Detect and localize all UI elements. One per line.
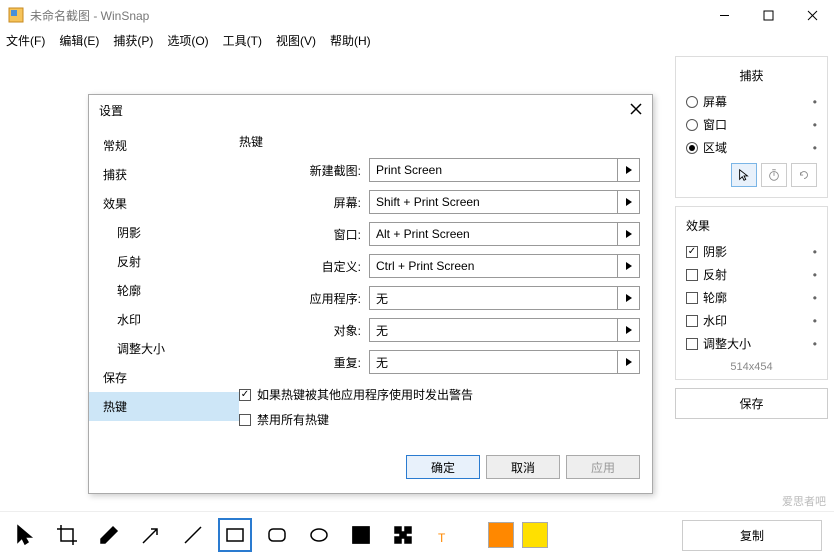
check-disable-all[interactable]: 禁用所有热键 — [239, 407, 640, 432]
minimize-button[interactable] — [702, 0, 746, 30]
window-title: 未命名截图 - WinSnap — [30, 7, 149, 24]
hk-new-label: 新建截图: — [239, 162, 369, 179]
app-icon — [8, 7, 24, 23]
hk-window-label: 窗口: — [239, 226, 369, 243]
watermark-text: 爱思者吧 — [782, 493, 826, 509]
ellipse-tool-icon[interactable] — [302, 518, 336, 552]
nav-effects[interactable]: 效果 — [89, 189, 239, 218]
rect-tool-icon[interactable] — [218, 518, 252, 552]
hk-window-play[interactable] — [618, 222, 640, 246]
nav-hotkeys[interactable]: 热键 — [89, 392, 239, 421]
radio-screen[interactable]: 屏幕• — [682, 90, 821, 113]
maximize-button[interactable] — [746, 0, 790, 30]
nav-shadow[interactable]: 阴影 — [89, 218, 239, 247]
close-button[interactable] — [790, 0, 834, 30]
rounded-rect-tool-icon[interactable] — [260, 518, 294, 552]
menu-help[interactable]: 帮助(H) — [330, 32, 371, 49]
menu-view[interactable]: 视图(V) — [276, 32, 316, 49]
ok-button[interactable]: 确定 — [406, 455, 480, 479]
copy-button[interactable]: 复制 — [682, 520, 822, 551]
nav-resize[interactable]: 调整大小 — [89, 334, 239, 363]
settings-content: 热键 新建截图:Print Screen 屏幕:Shift + Print Sc… — [239, 125, 652, 455]
dialog-close-button[interactable] — [630, 103, 642, 118]
effects-title: 效果 — [682, 213, 821, 240]
pen-tool-icon[interactable] — [92, 518, 126, 552]
settings-dialog: 设置 常规 捕获 效果 阴影 反射 轮廓 水印 调整大小 保存 热键 热键 新建… — [88, 94, 653, 494]
cursor-tool-icon[interactable] — [8, 518, 42, 552]
hk-object-label: 对象: — [239, 322, 369, 339]
menubar: 文件(F) 编辑(E) 捕获(P) 选项(O) 工具(T) 视图(V) 帮助(H… — [0, 30, 834, 50]
crop-tool-icon[interactable] — [50, 518, 84, 552]
section-title: 热键 — [239, 129, 640, 158]
hk-object-play[interactable] — [618, 318, 640, 342]
menu-tools[interactable]: 工具(T) — [223, 32, 262, 49]
apply-button[interactable]: 应用 — [566, 455, 640, 479]
hk-new-input[interactable]: Print Screen — [369, 158, 618, 182]
settings-nav: 常规 捕获 效果 阴影 反射 轮廓 水印 调整大小 保存 热键 — [89, 125, 239, 455]
blur-tool-icon[interactable] — [344, 518, 378, 552]
nav-reflect[interactable]: 反射 — [89, 247, 239, 276]
hk-repeat-play[interactable] — [618, 350, 640, 374]
menu-options[interactable]: 选项(O) — [167, 32, 208, 49]
menu-edit[interactable]: 编辑(E) — [59, 32, 99, 49]
color-yellow[interactable] — [522, 522, 548, 548]
save-button[interactable]: 保存 — [675, 388, 828, 419]
right-panel: 捕获 屏幕• 窗口• 区域• 效果 阴影• 反射• 轮廓• 水印• 调整大小• … — [675, 56, 828, 419]
timer-icon[interactable] — [761, 163, 787, 187]
line-tool-icon[interactable] — [176, 518, 210, 552]
hk-new-play[interactable] — [618, 158, 640, 182]
hk-custom-input[interactable]: Ctrl + Print Screen — [369, 254, 618, 278]
hk-app-label: 应用程序: — [239, 290, 369, 307]
hk-custom-label: 自定义: — [239, 258, 369, 275]
dimensions-text: 514x454 — [682, 355, 821, 373]
hk-repeat-input[interactable]: 无 — [369, 350, 618, 374]
hk-app-input[interactable]: 无 — [369, 286, 618, 310]
check-resize[interactable]: 调整大小• — [682, 332, 821, 355]
check-outline[interactable]: 轮廓• — [682, 286, 821, 309]
check-watermark[interactable]: 水印• — [682, 309, 821, 332]
nav-outline[interactable]: 轮廓 — [89, 276, 239, 305]
dialog-titlebar: 设置 — [89, 95, 652, 125]
capture-group: 捕获 屏幕• 窗口• 区域• — [675, 56, 828, 198]
hk-object-input[interactable]: 无 — [369, 318, 618, 342]
svg-text:T: T — [438, 531, 446, 545]
effects-group: 效果 阴影• 反射• 轮廓• 水印• 调整大小• 514x454 — [675, 206, 828, 380]
cancel-button[interactable]: 取消 — [486, 455, 560, 479]
nav-capture[interactable]: 捕获 — [89, 160, 239, 189]
check-reflect[interactable]: 反射• — [682, 263, 821, 286]
hk-screen-label: 屏幕: — [239, 194, 369, 211]
nav-watermark[interactable]: 水印 — [89, 305, 239, 334]
text-tool-icon[interactable]: T — [428, 518, 462, 552]
hk-screen-input[interactable]: Shift + Print Screen — [369, 190, 618, 214]
hk-repeat-label: 重复: — [239, 354, 369, 371]
hk-screen-play[interactable] — [618, 190, 640, 214]
arrow-tool-icon[interactable] — [134, 518, 168, 552]
hk-window-input[interactable]: Alt + Print Screen — [369, 222, 618, 246]
pixelate-tool-icon[interactable] — [386, 518, 420, 552]
nav-save[interactable]: 保存 — [89, 363, 239, 392]
refresh-icon[interactable] — [791, 163, 817, 187]
hk-app-play[interactable] — [618, 286, 640, 310]
radio-region[interactable]: 区域• — [682, 136, 821, 159]
hk-custom-play[interactable] — [618, 254, 640, 278]
menu-file[interactable]: 文件(F) — [6, 32, 45, 49]
dialog-buttons: 确定 取消 应用 — [89, 455, 652, 479]
dialog-title: 设置 — [99, 102, 123, 119]
check-warn[interactable]: 如果热键被其他应用程序使用时发出警告 — [239, 382, 640, 407]
titlebar: 未命名截图 - WinSnap — [0, 0, 834, 30]
color-orange[interactable] — [488, 522, 514, 548]
capture-title: 捕获 — [682, 63, 821, 90]
cursor-tool-icon[interactable] — [731, 163, 757, 187]
radio-window[interactable]: 窗口• — [682, 113, 821, 136]
nav-general[interactable]: 常规 — [89, 131, 239, 160]
menu-capture[interactable]: 捕获(P) — [113, 32, 153, 49]
check-shadow[interactable]: 阴影• — [682, 240, 821, 263]
